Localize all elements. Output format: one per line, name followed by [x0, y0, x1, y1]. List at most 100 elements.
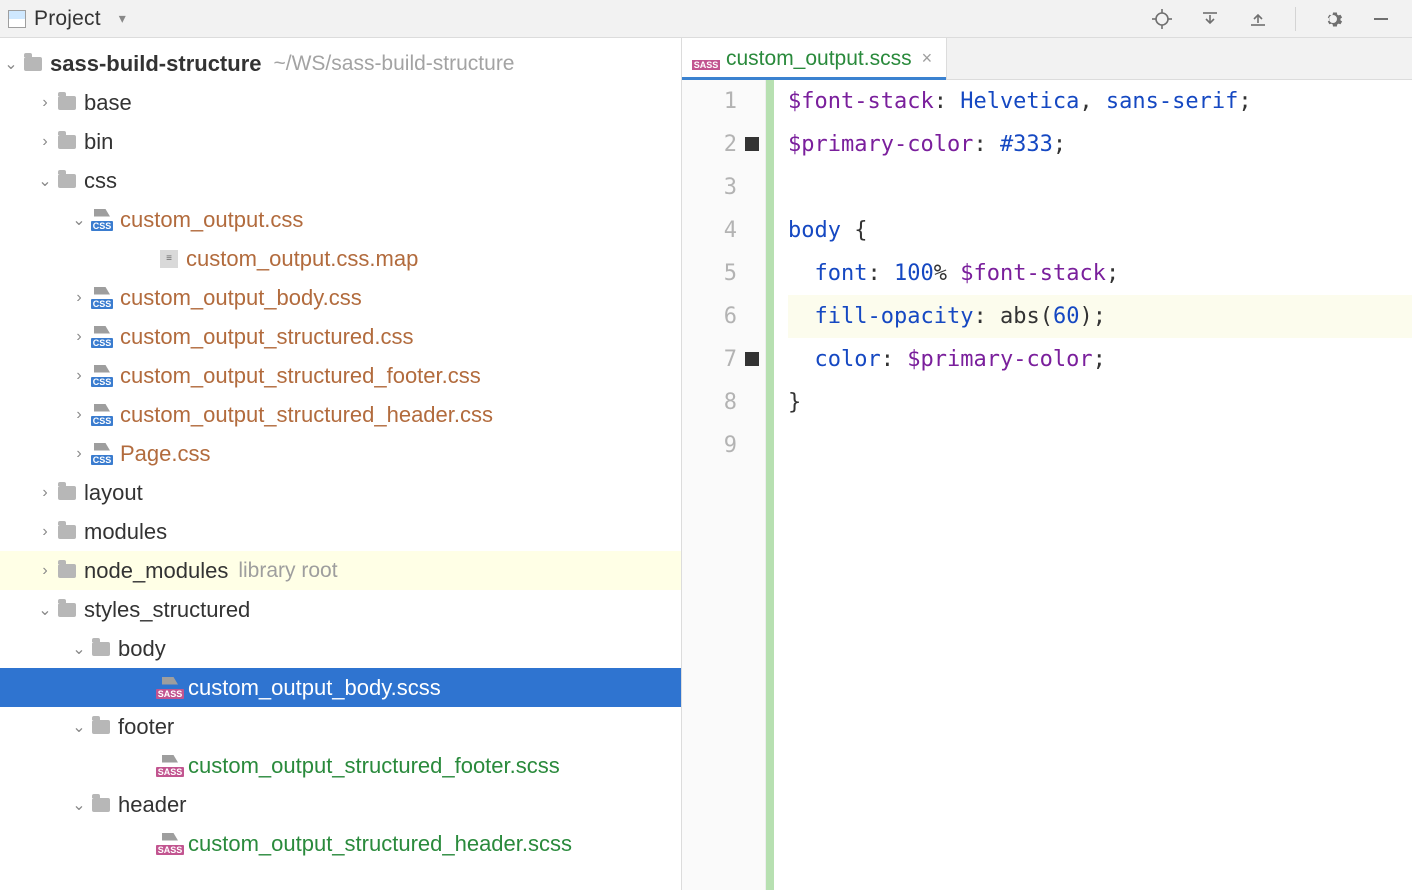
tree-file[interactable]: · ≡ custom_output.css.map [0, 239, 681, 278]
tree-folder-base[interactable]: › base [0, 83, 681, 122]
sass-file-icon: SASS [160, 677, 180, 699]
sass-file-icon: SASS [160, 755, 180, 777]
css-file-icon: CSS [92, 326, 112, 348]
folder-icon [92, 720, 110, 734]
code-line[interactable]: color: $primary-color; [788, 338, 1412, 381]
css-file-icon: CSS [92, 287, 112, 309]
chevron-right-icon[interactable]: › [72, 328, 86, 346]
tree-file[interactable]: ⌄ CSS custom_output.css [0, 200, 681, 239]
chevron-right-icon[interactable]: › [38, 484, 52, 502]
line-number: 6 [682, 295, 737, 338]
line-number: 8 [682, 381, 737, 424]
gutter: 1 2 3 4 5 6 7 8 9 [682, 80, 766, 890]
tree-folder-label: header [118, 792, 187, 818]
tree-folder-css[interactable]: ⌄ css [0, 161, 681, 200]
code-line[interactable] [788, 166, 1412, 209]
tree-file[interactable]: › CSS custom_output_structured_header.cs… [0, 395, 681, 434]
tree-file[interactable]: › CSS custom_output_structured.css [0, 317, 681, 356]
tree-folder-label: styles_structured [84, 597, 250, 623]
chevron-down-icon: ▾ [119, 10, 126, 27]
tree-root-label: sass-build-structure [50, 51, 262, 77]
collapse-all-icon[interactable] [1247, 8, 1269, 30]
folder-icon [58, 135, 76, 149]
code-line[interactable] [788, 424, 1412, 467]
library-root-label: library root [238, 559, 337, 583]
code-line-current[interactable]: fill-opacity: abs(60); [788, 295, 1412, 338]
line-number: 5 [682, 252, 737, 295]
tree-file[interactable]: · SASS custom_output_structured_header.s… [0, 824, 681, 863]
tree-file-label: custom_output_structured_footer.scss [188, 753, 560, 779]
map-file-icon: ≡ [160, 250, 178, 268]
tree-file-selected[interactable]: · SASS custom_output_body.scss [0, 668, 681, 707]
tree-folder-bin[interactable]: › bin [0, 122, 681, 161]
tree-folder-label: base [84, 90, 132, 116]
chevron-down-icon[interactable]: ⌄ [72, 210, 86, 230]
chevron-right-icon[interactable]: › [38, 94, 52, 112]
folder-icon [92, 642, 110, 656]
chevron-down-icon[interactable]: ⌄ [72, 717, 86, 737]
expand-all-icon[interactable] [1199, 8, 1221, 30]
tree-file[interactable]: › CSS Page.css [0, 434, 681, 473]
chevron-down-icon[interactable]: ⌄ [38, 600, 52, 620]
tree-folder-layout[interactable]: › layout [0, 473, 681, 512]
tree-folder-footer[interactable]: ⌄ footer [0, 707, 681, 746]
tree-file-label: custom_output_structured_footer.css [120, 363, 481, 389]
locate-icon[interactable] [1151, 8, 1173, 30]
tree-folder-header[interactable]: ⌄ header [0, 785, 681, 824]
tree-root[interactable]: ⌄ sass-build-structure ~/WS/sass-build-s… [0, 44, 681, 83]
tree-file-label: custom_output_structured_header.scss [188, 831, 572, 857]
line-number: 4 [682, 209, 737, 252]
css-file-icon: CSS [92, 209, 112, 231]
tab-label: custom_output.scss [726, 47, 912, 71]
project-selector[interactable]: Project ▾ [8, 7, 126, 31]
chevron-down-icon[interactable]: ⌄ [72, 639, 86, 659]
chevron-right-icon[interactable]: › [38, 562, 52, 580]
code-line[interactable]: $primary-color: #333; [788, 123, 1412, 166]
chevron-right-icon[interactable]: › [38, 133, 52, 151]
folder-icon [58, 174, 76, 188]
tree-file-label: custom_output.css [120, 207, 303, 233]
tree-folder-modules[interactable]: › modules [0, 512, 681, 551]
folder-icon [24, 57, 42, 71]
tree-folder-body[interactable]: ⌄ body [0, 629, 681, 668]
project-icon [8, 10, 26, 28]
close-icon[interactable]: × [922, 48, 933, 69]
code-line[interactable]: $font-stack: Helvetica, sans-serif; [788, 80, 1412, 123]
project-tree[interactable]: ⌄ sass-build-structure ~/WS/sass-build-s… [0, 38, 682, 890]
chevron-down-icon[interactable]: ⌄ [72, 795, 86, 815]
folder-icon [58, 486, 76, 500]
color-swatch-icon [745, 137, 759, 151]
tree-folder-label: body [118, 636, 166, 662]
minimize-icon[interactable] [1370, 8, 1392, 30]
tree-folder-styles-structured[interactable]: ⌄ styles_structured [0, 590, 681, 629]
tree-folder-node-modules[interactable]: › node_modules library root [0, 551, 681, 590]
tree-folder-label: node_modules [84, 558, 228, 584]
tree-file[interactable]: › CSS custom_output_body.css [0, 278, 681, 317]
chevron-right-icon[interactable]: › [72, 406, 86, 424]
gear-icon[interactable] [1322, 8, 1344, 30]
chevron-right-icon[interactable]: › [38, 523, 52, 541]
code-line[interactable]: body { [788, 209, 1412, 252]
tree-folder-label: bin [84, 129, 113, 155]
line-number: 2 [682, 123, 737, 166]
chevron-down-icon[interactable]: ⌄ [4, 54, 18, 74]
line-number: 3 [682, 166, 737, 209]
tree-file-label: custom_output_structured.css [120, 324, 413, 350]
code-line[interactable]: } [788, 381, 1412, 424]
chevron-down-icon[interactable]: ⌄ [38, 171, 52, 191]
tree-folder-label: footer [118, 714, 174, 740]
css-file-icon: CSS [92, 443, 112, 465]
tree-file[interactable]: › CSS custom_output_structured_footer.cs… [0, 356, 681, 395]
tree-folder-label: modules [84, 519, 167, 545]
chevron-right-icon[interactable]: › [72, 367, 86, 385]
code-editor[interactable]: 1 2 3 4 5 6 7 8 9 $font-stack: Helvetica… [682, 80, 1412, 890]
tree-file[interactable]: · SASS custom_output_structured_footer.s… [0, 746, 681, 785]
line-number: 9 [682, 424, 737, 467]
code-line[interactable]: font: 100% $font-stack; [788, 252, 1412, 295]
chevron-right-icon[interactable]: › [72, 445, 86, 463]
code-area[interactable]: $font-stack: Helvetica, sans-serif; $pri… [774, 80, 1412, 890]
tab-custom-output[interactable]: SASS custom_output.scss × [682, 38, 947, 79]
css-file-icon: CSS [92, 365, 112, 387]
folder-icon [92, 798, 110, 812]
chevron-right-icon[interactable]: › [72, 289, 86, 307]
